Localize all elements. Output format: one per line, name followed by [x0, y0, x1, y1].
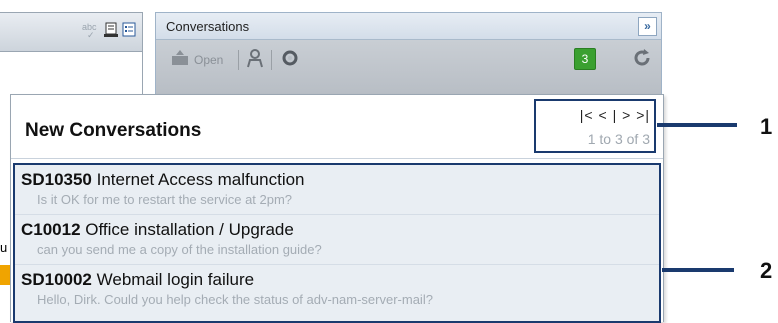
conversation-preview: can you send me a copy of the installati… [37, 242, 322, 257]
list-item[interactable]: SD10350 Internet Access malfunction Is i… [15, 165, 659, 215]
callout-line-2 [662, 268, 734, 272]
callout-line-1 [657, 123, 737, 127]
spellcheck-icon[interactable]: abc ✓ [82, 23, 97, 40]
pager-separator: | [612, 107, 618, 123]
pager-prev-button[interactable]: < [599, 107, 608, 123]
conversations-panel: Conversations » Open 3 [155, 12, 662, 98]
gear-icon[interactable] [280, 48, 300, 68]
toolbar-separator [238, 50, 239, 70]
new-count-badge[interactable]: 3 [574, 48, 596, 70]
pager-first-button[interactable]: |< [580, 107, 594, 123]
person-icon[interactable] [246, 48, 264, 68]
list-item[interactable]: C10012 Office installation / Upgrade can… [15, 215, 659, 265]
pager-controls: |< < | > >| [580, 107, 650, 123]
panel-header: Conversations » [156, 13, 661, 40]
pager-range: 1 to 3 of 3 [587, 131, 650, 147]
refresh-icon[interactable] [632, 48, 652, 68]
callout-number-2: 2 [760, 258, 773, 283]
list-item[interactable]: SD10002 Webmail login failure Hello, Dir… [15, 265, 659, 314]
popup-header: New Conversations |< < | > >| 1 to 3 of … [11, 95, 663, 159]
conversation-subject: Internet Access malfunction [96, 170, 305, 189]
conversation-id: C10012 [21, 220, 81, 239]
conversation-id: SD10002 [21, 270, 92, 289]
list-icon[interactable] [122, 22, 136, 38]
popup-title: New Conversations [25, 120, 202, 141]
panel-toolbar: Open 3 [156, 40, 661, 97]
callout-number-1: 1 [760, 114, 773, 139]
open-button[interactable]: Open [194, 53, 223, 67]
conversation-list: SD10350 Internet Access malfunction Is i… [13, 163, 661, 323]
conversation-preview: Hello, Dirk. Could you help check the st… [37, 292, 433, 307]
panel-title: Conversations [166, 19, 250, 34]
left-pane [0, 52, 143, 94]
pager-last-button[interactable]: >| [636, 107, 650, 123]
pager-next-button[interactable]: > [622, 107, 631, 123]
conversation-subject: Office installation / Upgrade [85, 220, 294, 239]
toolbar-separator [271, 50, 272, 70]
document-icon[interactable] [104, 22, 118, 38]
pager: |< < | > >| 1 to 3 of 3 [534, 99, 656, 153]
collapse-button[interactable]: » [638, 17, 657, 36]
open-icon[interactable] [170, 50, 190, 66]
conversation-subject: Webmail login failure [96, 270, 255, 289]
conversation-title: SD10002 Webmail login failure [21, 270, 254, 290]
conversation-preview: Is it OK for me to restart the service a… [37, 192, 293, 207]
conversation-title: C10012 Office installation / Upgrade [21, 220, 294, 240]
left-fragment-text: u [0, 240, 8, 255]
left-toolbar: abc ✓ [0, 12, 143, 52]
conversation-id: SD10350 [21, 170, 92, 189]
new-conversations-popup: New Conversations |< < | > >| 1 to 3 of … [10, 94, 664, 323]
conversation-title: SD10350 Internet Access malfunction [21, 170, 305, 190]
